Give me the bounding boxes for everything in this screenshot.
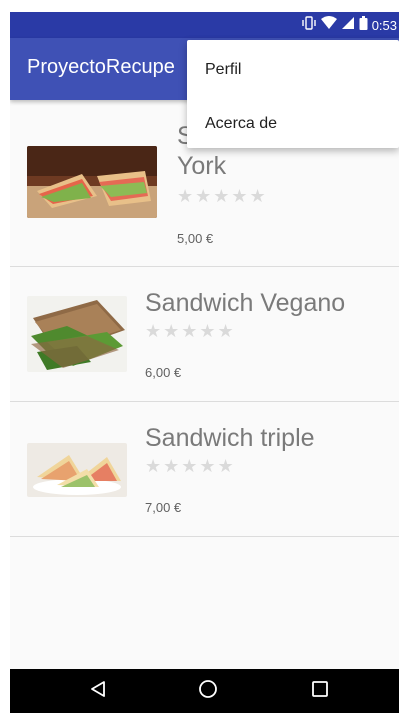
home-button[interactable]	[178, 669, 238, 713]
back-button[interactable]	[68, 669, 128, 713]
sandwich-triple-image	[27, 443, 127, 497]
menu-item-perfil[interactable]: Perfil	[187, 43, 399, 97]
wifi-icon	[320, 15, 337, 35]
product-item-vegano[interactable]: Sandwich Vegano ★★★★★ 6,00 €	[10, 267, 399, 402]
product-item-triple[interactable]: Sandwich triple ★★★★★ 7,00 €	[10, 402, 399, 537]
product-name: Sandwich triple	[145, 424, 315, 452]
recents-icon	[311, 680, 329, 703]
app-title: ProyectoRecupe	[27, 56, 175, 78]
rating-stars[interactable]: ★★★★★	[177, 186, 268, 207]
vibrate-icon	[301, 15, 317, 35]
product-name: Sandwich Vegano	[145, 289, 346, 317]
status-time: 0:53	[371, 17, 397, 33]
battery-icon	[359, 15, 368, 35]
product-list: S York ★★★★★ 5,00 € Sandwich Vegano ★★★★…	[10, 100, 399, 537]
system-nav-bar	[10, 669, 399, 713]
sandwich-vegano-image	[27, 296, 127, 372]
rating-stars[interactable]: ★★★★★	[145, 456, 236, 477]
product-price: 6,00 €	[145, 365, 182, 380]
signal-icon	[341, 16, 355, 35]
recents-button[interactable]	[290, 669, 350, 713]
product-price: 5,00 €	[177, 231, 214, 246]
back-icon	[89, 680, 107, 703]
home-icon	[198, 679, 218, 704]
menu-item-acerca-de[interactable]: Acerca de	[187, 97, 399, 151]
status-bar: 0:53	[10, 12, 399, 38]
product-name-continued: York	[177, 152, 227, 180]
status-icons: 0:53	[301, 12, 399, 38]
overflow-menu: Perfil Acerca de	[187, 40, 399, 148]
rating-stars[interactable]: ★★★★★	[145, 321, 236, 342]
product-price: 7,00 €	[145, 500, 182, 515]
sandwich-york-image	[27, 146, 157, 218]
app-screen: 0:53 ProyectoRecupe S York ★★★★★ 5,00 € …	[10, 12, 399, 713]
